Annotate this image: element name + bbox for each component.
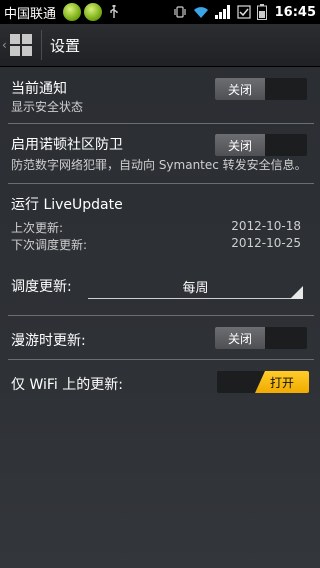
schedule-label: 调度更新: <box>11 279 72 295</box>
setting-liveupdate[interactable]: 运行 LiveUpdate 上次更新: 2012-10-18 下次调度更新: 2… <box>0 188 320 252</box>
setting-notification-subtitle: 显示安全状态 <box>11 100 84 114</box>
roaming-title: 漫游时更新: <box>11 333 86 349</box>
wifi-only-toggle[interactable]: 打开 <box>217 371 309 393</box>
setting-community-guard[interactable]: 启用诺顿社区防卫 防范数字网络犯罪，自动向 Symantec 转发安全信息。 关… <box>0 128 320 178</box>
action-bar: ‹ 设置 <box>0 24 320 67</box>
toggle-off-label: 关闭 <box>215 327 265 349</box>
setting-community-guard-subtitle: 防范数字网络犯罪，自动向 Symantec 转发安全信息。 <box>11 158 307 172</box>
app-notification-icon-2 <box>84 3 103 21</box>
toggle-off-label: 关闭 <box>215 134 265 156</box>
wifi-only-title: 仅 WiFi 上的更新: <box>11 377 123 393</box>
battery-icon <box>256 4 267 20</box>
last-update-value: 2012-10-18 <box>231 219 301 233</box>
wifi-icon <box>193 6 209 19</box>
schedule-value: 每周 <box>182 281 209 296</box>
next-update-label: 下次调度更新: <box>11 238 88 252</box>
clock: 16:45 <box>274 4 316 20</box>
action-bar-divider <box>41 30 42 60</box>
divider <box>8 183 314 184</box>
carrier-name: 中国联通 <box>4 6 57 22</box>
app-notification-icon <box>63 3 82 21</box>
setting-notification-title: 当前通知 <box>11 81 67 97</box>
signal-icon <box>214 5 231 19</box>
setting-notification[interactable]: 当前通知 显示安全状态 关闭 <box>0 72 320 118</box>
usb-icon <box>108 5 120 19</box>
schedule-spinner[interactable]: 每周 <box>88 271 303 301</box>
divider <box>8 315 314 316</box>
setting-wifi-only[interactable]: 仅 WiFi 上的更新: 打开 <box>0 364 320 400</box>
spinner-corner-icon <box>290 286 303 299</box>
setting-community-guard-title: 启用诺顿社区防卫 <box>11 137 123 153</box>
liveupdate-title: 运行 LiveUpdate <box>11 197 123 213</box>
roaming-toggle[interactable]: 关闭 <box>215 327 307 349</box>
status-bar: 中国联通 16:45 <box>0 0 320 24</box>
app-grid-icon[interactable] <box>10 34 32 56</box>
toggle-on-label: 打开 <box>255 371 309 393</box>
back-caret-icon[interactable]: ‹ <box>2 38 10 52</box>
toggle-off-label: 关闭 <box>215 78 265 100</box>
checkbox-notification-icon <box>237 5 251 19</box>
vibrate-icon <box>173 5 187 19</box>
notification-toggle[interactable]: 关闭 <box>215 78 307 100</box>
next-update-value: 2012-10-25 <box>231 236 301 250</box>
setting-roaming[interactable]: 漫游时更新: 关闭 <box>0 320 320 356</box>
community-guard-toggle[interactable]: 关闭 <box>215 134 307 156</box>
last-update-label: 上次更新: <box>11 221 64 235</box>
spinner-underline <box>88 298 303 299</box>
divider <box>8 359 314 360</box>
divider <box>8 123 314 124</box>
page-title: 设置 <box>50 36 81 55</box>
